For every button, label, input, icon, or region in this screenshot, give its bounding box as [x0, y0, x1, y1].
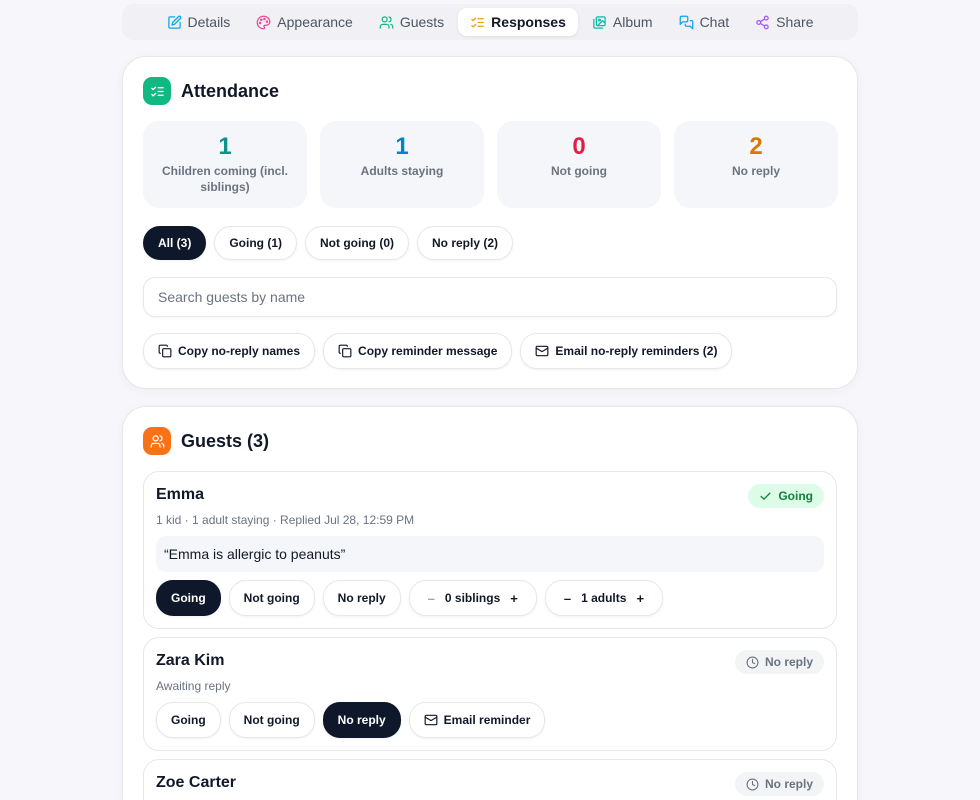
edit-icon — [167, 15, 181, 29]
section-tabs: Details Appearance Guests Responses Albu… — [122, 4, 858, 40]
tab-chat[interactable]: Chat — [667, 8, 742, 36]
users-icon — [143, 427, 171, 455]
filter-not-going[interactable]: Not going (0) — [305, 226, 409, 260]
clock-icon — [746, 656, 759, 668]
decrement-siblings-button[interactable]: – — [428, 591, 435, 606]
copy-no-reply-names-button[interactable]: Copy no-reply names — [143, 333, 316, 369]
tab-album[interactable]: Album — [580, 8, 665, 36]
attendance-card: Attendance 1 Children coming (incl. sibl… — [122, 56, 858, 389]
users-icon — [379, 15, 394, 29]
tab-appearance[interactable]: Appearance — [244, 8, 365, 36]
button-label: Copy reminder message — [358, 344, 498, 358]
tab-label: Details — [187, 14, 231, 30]
stat-children-coming: 1 Children coming (incl. siblings) — [143, 121, 307, 208]
tab-label: Responses — [491, 14, 566, 30]
images-icon — [593, 15, 606, 29]
filter-no-reply[interactable]: No reply (2) — [417, 226, 514, 260]
attendance-title: Attendance — [181, 80, 280, 101]
status-label: No reply — [764, 777, 813, 791]
status-badge-no-reply: No reply — [734, 772, 824, 796]
adults-stepper: – 1 adults + — [544, 580, 664, 616]
tab-share[interactable]: Share — [743, 8, 825, 36]
list-check-icon — [471, 17, 484, 27]
rsvp-controls: Going Not going No reply – 0 siblings + … — [156, 580, 664, 616]
stat-value: 2 — [749, 133, 763, 160]
guest-name: Zoe Carter — [156, 774, 237, 791]
status-label: Going — [778, 489, 813, 503]
filter-all[interactable]: All (3) — [143, 226, 207, 260]
tab-guests[interactable]: Guests — [367, 8, 456, 36]
filter-going[interactable]: Going (1) — [214, 226, 298, 260]
mail-icon — [424, 714, 438, 726]
copy-icon — [158, 344, 172, 358]
stat-value: 1 — [395, 133, 409, 160]
decrement-adults-button[interactable]: – — [564, 591, 571, 606]
guests-header: Guests (3) — [143, 427, 269, 455]
rsvp-not-going-button[interactable]: Not going — [228, 580, 315, 616]
check-icon — [760, 492, 771, 500]
guests-card: Guests (3) Emma Going 1 kid · 1 adult st… — [122, 406, 858, 800]
tab-label: Album — [612, 14, 653, 30]
tab-label: Share — [776, 14, 814, 30]
siblings-count: 0 siblings — [444, 591, 501, 605]
mail-icon — [536, 345, 549, 357]
increment-adults-button[interactable]: + — [636, 591, 644, 606]
tab-responses[interactable]: Responses — [458, 8, 578, 36]
rsvp-going-button[interactable]: Going — [156, 580, 221, 616]
button-label: Email no-reply reminders (2) — [555, 344, 718, 358]
rsvp-no-reply-button[interactable]: No reply — [322, 702, 401, 738]
rsvp-controls: Going Not going No reply Email reminder — [156, 702, 546, 738]
email-reminder-button[interactable]: Email reminder — [408, 702, 546, 738]
tab-label: Guests — [399, 14, 445, 30]
increment-siblings-button[interactable]: + — [510, 591, 518, 606]
chat-icon — [679, 15, 693, 29]
status-badge-no-reply: No reply — [734, 650, 824, 674]
guest-card-zara-kim: Zara Kim No reply Awaiting reply Going N… — [143, 637, 837, 751]
tab-details[interactable]: Details — [155, 8, 243, 36]
siblings-stepper: – 0 siblings + — [408, 580, 537, 616]
guest-card-emma: Emma Going 1 kid · 1 adult staying · Rep… — [143, 471, 837, 629]
copy-icon — [338, 344, 352, 358]
list-check-icon — [143, 77, 171, 105]
guest-meta: 1 kid · 1 adult staying · Replied Jul 28… — [156, 513, 415, 527]
attendance-stats: 1 Children coming (incl. siblings) 1 Adu… — [143, 121, 838, 208]
clock-icon — [746, 778, 759, 790]
guests-title: Guests (3) — [181, 430, 270, 451]
email-no-reply-reminders-button[interactable]: Email no-reply reminders (2) — [520, 333, 733, 369]
guest-meta: Awaiting reply — [156, 679, 231, 693]
rsvp-going-button[interactable]: Going — [156, 702, 221, 738]
stat-label: Not going — [551, 164, 607, 178]
palette-icon — [256, 15, 271, 29]
reminder-actions: Copy no-reply names Copy reminder messag… — [143, 333, 733, 369]
guest-name: Zara Kim — [156, 652, 225, 669]
stat-label: Adults staying — [360, 164, 444, 178]
attendance-header: Attendance — [143, 77, 279, 105]
stat-adults-staying: 1 Adults staying — [320, 121, 484, 208]
stat-not-going: 0 Not going — [497, 121, 661, 208]
status-badge-going: Going — [748, 484, 824, 508]
rsvp-not-going-button[interactable]: Not going — [228, 702, 315, 738]
stat-label: Children coming (incl. siblings) — [161, 164, 288, 194]
rsvp-no-reply-button[interactable]: No reply — [322, 580, 401, 616]
adults-count: 1 adults — [581, 591, 627, 605]
stat-value: 1 — [218, 133, 232, 160]
search-guests-input[interactable] — [143, 277, 837, 317]
button-label: Copy no-reply names — [178, 344, 301, 358]
share-icon — [756, 15, 769, 29]
response-filters: All (3) Going (1) Not going (0) No reply… — [143, 226, 514, 260]
button-label: Email reminder — [443, 713, 531, 727]
stat-value: 0 — [572, 133, 586, 160]
copy-reminder-message-button[interactable]: Copy reminder message — [323, 333, 513, 369]
tab-label: Appearance — [277, 14, 353, 30]
stat-label: No reply — [731, 164, 780, 178]
guest-card-zoe-carter: Zoe Carter No reply — [143, 759, 837, 800]
tab-label: Chat — [699, 14, 730, 30]
guest-note: “Emma is allergic to peanuts” — [156, 536, 824, 572]
status-label: No reply — [764, 655, 813, 669]
guest-name: Emma — [156, 486, 205, 503]
stat-no-reply: 2 No reply — [674, 121, 838, 208]
